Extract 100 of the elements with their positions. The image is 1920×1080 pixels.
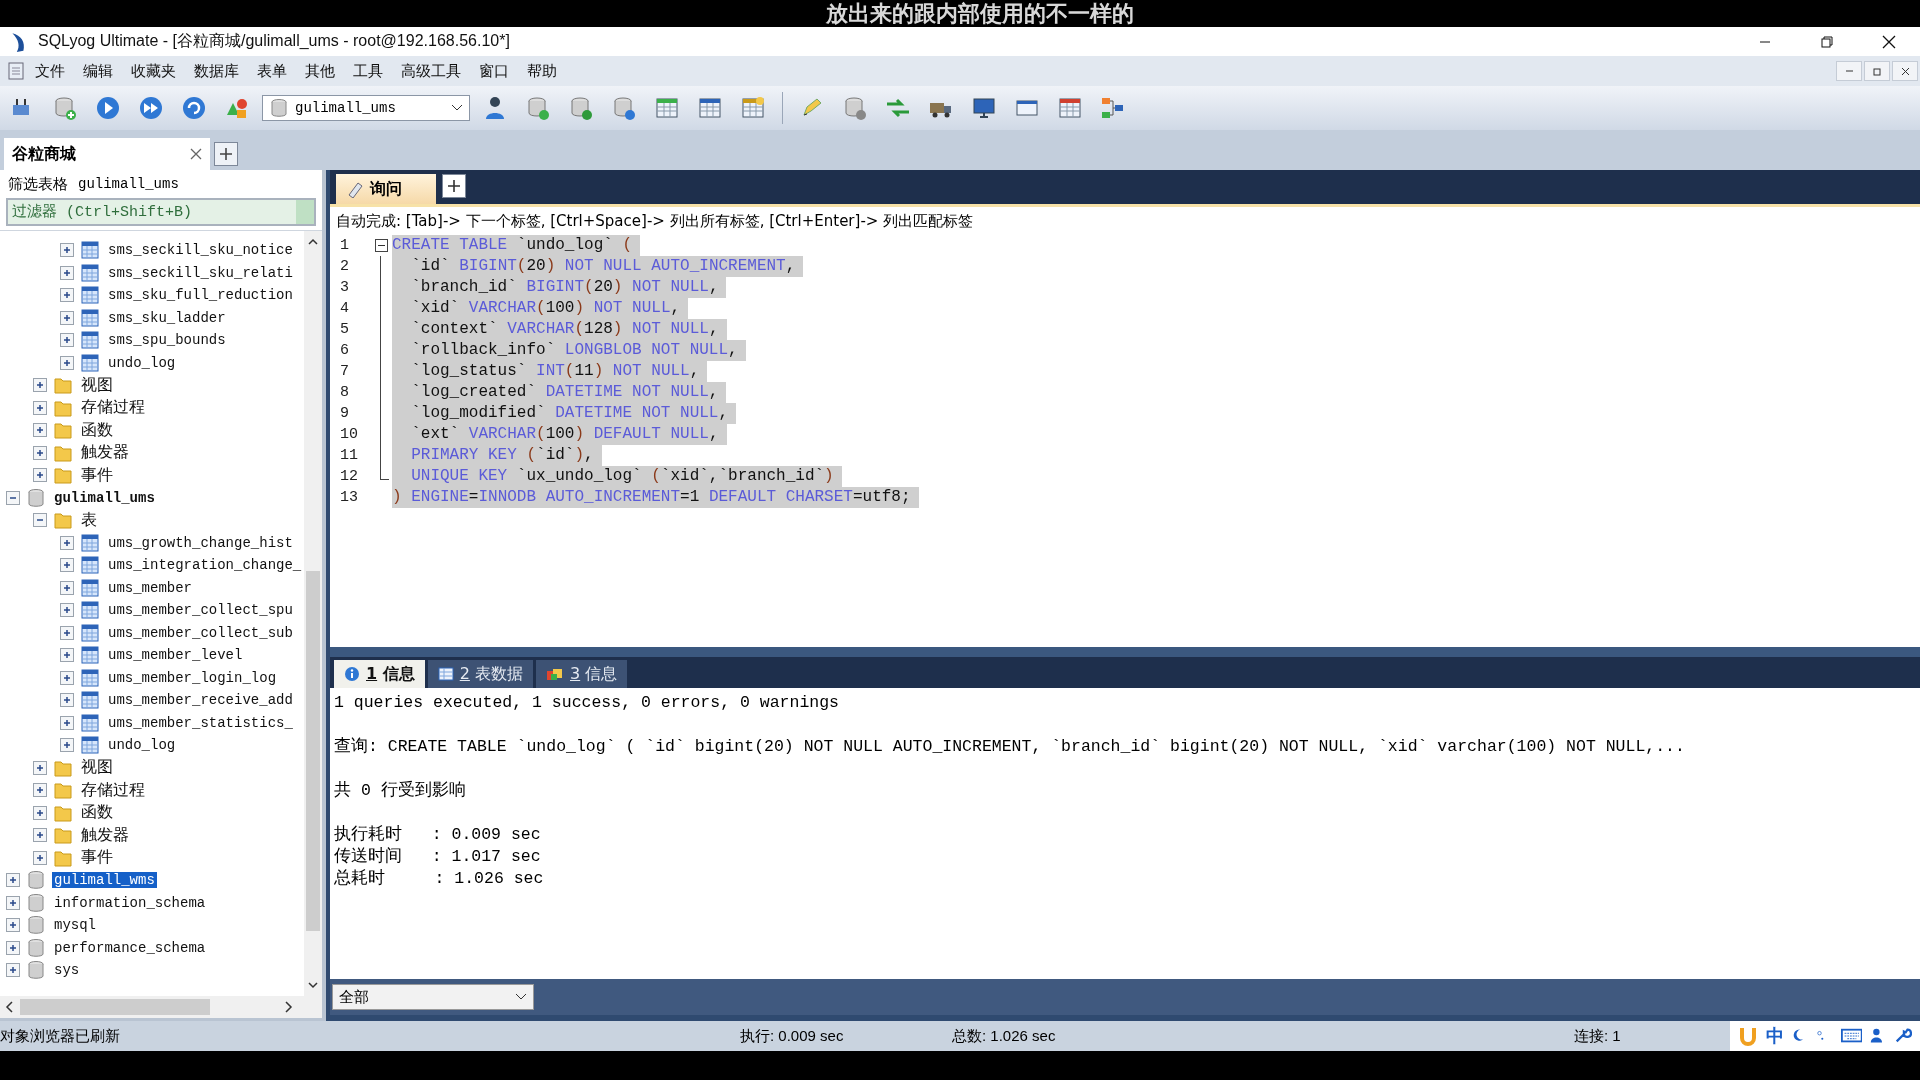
expand-toggle[interactable] <box>60 603 74 618</box>
tree-item[interactable]: undo_log <box>106 354 178 371</box>
query-tab[interactable]: 询问 <box>336 174 436 204</box>
expand-toggle[interactable] <box>6 940 20 955</box>
expand-toggle[interactable] <box>60 243 74 258</box>
fold-toggle[interactable] <box>375 239 388 252</box>
expand-toggle[interactable] <box>60 625 74 640</box>
expand-toggle[interactable] <box>33 400 47 415</box>
input-mode[interactable]: 中 <box>1766 1024 1784 1048</box>
tree-item[interactable]: gulimall_wms <box>52 872 157 889</box>
tree-item[interactable]: sys <box>52 962 82 979</box>
tree-item[interactable]: ums_member_level <box>106 647 245 664</box>
fast-forward-icon <box>138 95 164 121</box>
expand-toggle[interactable] <box>6 873 20 888</box>
expand-toggle[interactable] <box>60 648 74 663</box>
child-minimize-button[interactable] <box>1836 61 1862 81</box>
tree-item[interactable]: ums_member_login_log <box>106 669 279 686</box>
tree-item[interactable]: mysql <box>52 917 98 934</box>
filter-field[interactable]: 过滤器 (Ctrl+Shift+B) <box>6 198 316 226</box>
menu-item[interactable]: 表单 <box>248 58 296 84</box>
expand-toggle[interactable] <box>6 918 20 933</box>
tree-item[interactable]: ums_member_receive_add <box>106 692 295 709</box>
expand-toggle[interactable] <box>60 333 74 348</box>
tree-item[interactable]: 函数 <box>79 419 115 441</box>
menu-item[interactable]: 其他 <box>296 58 344 84</box>
tree-item[interactable]: performance_schema <box>52 939 208 956</box>
result-tab[interactable]: 3 信息 <box>536 660 628 688</box>
tree-item[interactable]: sms_sku_full_reduction <box>106 287 295 304</box>
chevron-left-icon[interactable] <box>4 1000 16 1014</box>
menu-item[interactable]: 窗口 <box>470 58 518 84</box>
expand-toggle[interactable] <box>33 468 47 483</box>
tree-item[interactable]: 存储过程 <box>79 779 147 801</box>
tree-item[interactable]: sms_seckill_sku_notice <box>106 242 295 259</box>
new-tab-button[interactable] <box>214 142 238 166</box>
expand-toggle[interactable] <box>60 265 74 280</box>
tree-item[interactable]: information_schema <box>52 894 208 911</box>
tree-item[interactable]: 事件 <box>79 847 115 869</box>
horizontal-scrollbar[interactable] <box>0 996 322 1021</box>
new-query-button[interactable] <box>442 174 466 198</box>
close-icon[interactable] <box>190 148 202 160</box>
menu-item[interactable]: 编辑 <box>74 58 122 84</box>
tree-item[interactable]: 函数 <box>79 802 115 824</box>
menu-item[interactable]: 帮助 <box>518 58 566 84</box>
expand-toggle[interactable] <box>60 738 74 753</box>
expand-toggle[interactable] <box>33 850 47 865</box>
expand-toggle[interactable] <box>60 670 74 685</box>
tree-item[interactable]: ums_member_statistics_ <box>106 714 295 731</box>
tree-item[interactable]: 视图 <box>79 374 115 396</box>
expand-toggle[interactable] <box>33 423 47 438</box>
table-icon <box>80 285 100 306</box>
tree-item[interactable]: 触发器 <box>79 824 131 846</box>
expand-toggle[interactable] <box>6 963 20 978</box>
tree-item[interactable]: sms_sku_ladder <box>106 309 228 326</box>
tree-item[interactable]: gulimall_ums <box>52 489 157 506</box>
tree-item[interactable]: ums_growth_change_hist <box>106 534 295 551</box>
tree-item[interactable]: ums_member_collect_spu <box>106 602 295 619</box>
result-tab[interactable]: 2 表数据 <box>427 660 533 688</box>
tree-item[interactable]: sms_seckill_sku_relati <box>106 264 295 281</box>
folder-icon <box>53 780 73 801</box>
expand-toggle[interactable] <box>60 288 74 303</box>
expand-toggle[interactable] <box>6 895 20 910</box>
collapse-toggle[interactable] <box>6 490 20 505</box>
expand-toggle[interactable] <box>33 805 47 820</box>
vertical-scrollbar[interactable] <box>304 231 322 996</box>
expand-toggle[interactable] <box>60 310 74 325</box>
expand-toggle[interactable] <box>60 715 74 730</box>
collapse-toggle[interactable] <box>33 513 47 528</box>
tree-item[interactable]: ums_member_collect_sub <box>106 624 295 641</box>
expand-toggle[interactable] <box>60 535 74 550</box>
chevron-right-icon[interactable] <box>282 1000 294 1014</box>
menu-item[interactable]: 收藏夹 <box>122 58 185 84</box>
menu-item[interactable]: 文件 <box>26 58 74 84</box>
menu-item[interactable]: 工具 <box>344 58 392 84</box>
tree-item[interactable]: 视图 <box>79 757 115 779</box>
plus-icon <box>62 650 72 661</box>
tree-item[interactable]: ums_member <box>106 579 194 596</box>
table-icon <box>80 645 100 666</box>
tree-item[interactable]: 触发器 <box>79 442 131 464</box>
expand-toggle[interactable] <box>33 783 47 798</box>
filter-dropdown[interactable]: 全部 <box>332 984 534 1010</box>
tree-item[interactable]: sms_spu_bounds <box>106 332 228 349</box>
tree-item[interactable]: 表 <box>79 509 99 531</box>
menu-item[interactable]: 高级工具 <box>392 58 470 84</box>
expand-toggle[interactable] <box>33 828 47 843</box>
expand-toggle[interactable] <box>33 760 47 775</box>
tree-item[interactable]: 存储过程 <box>79 397 147 419</box>
child-close-button[interactable] <box>1892 61 1918 81</box>
tree-item[interactable]: undo_log <box>106 737 178 754</box>
tree-item[interactable]: ums_integration_change_ <box>106 557 304 574</box>
database-dropdown[interactable]: gulimall_ums <box>262 95 470 121</box>
tree-item[interactable]: 事件 <box>79 464 115 486</box>
expand-toggle[interactable] <box>60 693 74 708</box>
expand-toggle[interactable] <box>33 445 47 460</box>
connection-tab[interactable]: 谷粒商城 <box>4 138 210 170</box>
result-tab[interactable]: 1 信息 <box>334 660 425 688</box>
expand-toggle[interactable] <box>60 580 74 595</box>
expand-toggle[interactable] <box>33 378 47 393</box>
expand-toggle[interactable] <box>60 558 74 573</box>
menu-item[interactable]: 数据库 <box>185 58 248 84</box>
expand-toggle[interactable] <box>60 355 74 370</box>
